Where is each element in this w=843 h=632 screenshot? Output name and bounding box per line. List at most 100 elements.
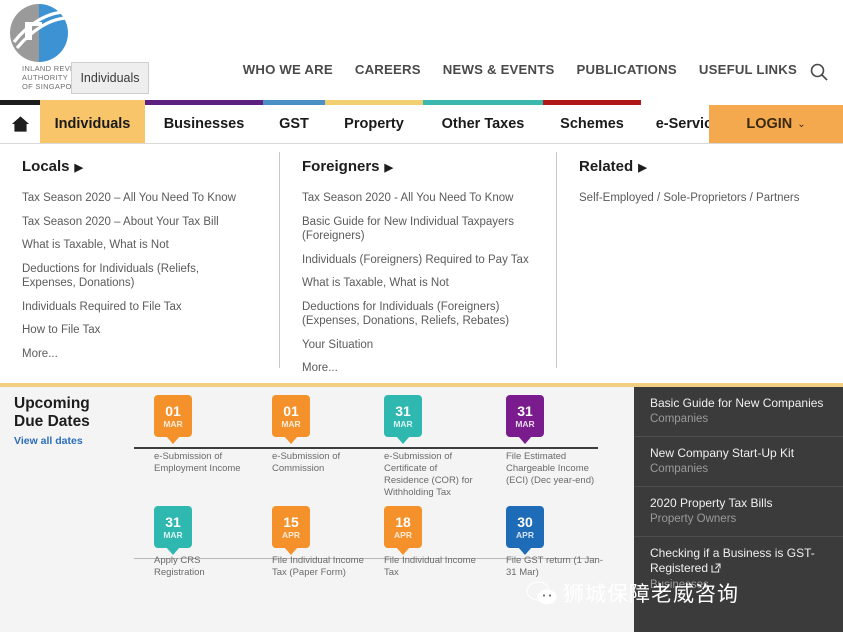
due-date-month: APR: [394, 529, 412, 540]
mega-column-related: Related ▶ Self-Employed / Sole-Proprietors…: [557, 144, 843, 383]
nav-item-schemes[interactable]: Schemes: [543, 105, 641, 143]
mega-link[interactable]: Tax Season 2020 – All You Need To Know: [22, 191, 247, 206]
highlight-item[interactable]: New Company Start-Up Kit Companies: [634, 437, 843, 487]
due-date-item[interactable]: 18 APR File Individual Income Tax: [384, 506, 476, 578]
due-date-label[interactable]: e-Submission of Employment Income: [154, 451, 252, 475]
due-date-item[interactable]: 15 APR File Individual Income Tax (Paper F…: [272, 506, 364, 578]
mega-link[interactable]: What is Taxable, What is Not: [302, 276, 538, 291]
mega-link[interactable]: Basic Guide for New Individual Taxpayers…: [302, 215, 538, 244]
external-link-icon: [711, 562, 721, 577]
nav-item-label: GST: [279, 116, 309, 132]
highlight-title: Basic Guide for New Companies: [650, 396, 824, 410]
mega-link[interactable]: What is Taxable, What is Not: [22, 238, 247, 253]
timeline-row: 31 MAR Apply CRS Registration 15 APR File Ind…: [132, 505, 632, 623]
due-date-label[interactable]: File Individual Income Tax: [384, 555, 482, 579]
mega-link[interactable]: Individuals (Foreigners) Required to Pay…: [302, 253, 538, 268]
highlight-subtitle: Property Owners: [650, 513, 737, 525]
due-date-badge: 31 MAR: [384, 395, 422, 437]
due-title-line-2: Due Dates: [14, 413, 90, 430]
due-date-label[interactable]: Apply CRS Registration: [154, 555, 252, 579]
due-date-item[interactable]: 31 MAR File Estimated Chargeable Income (E…: [506, 395, 594, 486]
due-date-day: 18: [395, 513, 411, 530]
view-all-dates-link[interactable]: View all dates: [14, 435, 83, 447]
due-date-item[interactable]: 30 APR File GST return (1 Jan-31 Mar): [506, 506, 603, 578]
due-date-item[interactable]: 31 MAR Apply CRS Registration: [154, 506, 205, 578]
mega-link[interactable]: How to File Tax: [22, 323, 247, 338]
mega-link[interactable]: Tax Season 2020 – About Your Tax Bill: [22, 215, 247, 230]
nav-item-property[interactable]: Property: [325, 105, 423, 143]
utility-link-useful-links[interactable]: USEFUL LINKS: [699, 62, 797, 77]
highlight-subtitle: Companies: [650, 463, 709, 475]
due-date-day: 31: [165, 513, 181, 530]
due-date-label[interactable]: File Individual Income Tax (Paper Form): [272, 555, 370, 579]
due-dates-heading: Upcoming Due Dates View all dates: [14, 395, 134, 449]
due-date-item[interactable]: 31 MAR e-Submission of Certificate of Resi…: [384, 395, 473, 498]
site-header: INLAND REVENUE AUTHORITY OF SINGAPORE In…: [0, 0, 843, 100]
highlight-title: New Company Start-Up Kit: [650, 446, 795, 460]
mega-link[interactable]: Individuals Required to File Tax: [22, 300, 247, 315]
nav-item-other-taxes[interactable]: Other Taxes: [423, 105, 543, 143]
due-date-month: MAR: [393, 418, 413, 429]
mega-link[interactable]: Tax Season 2020 - All You Need To Know: [302, 191, 538, 206]
page-root: INLAND REVENUE AUTHORITY OF SINGAPORE In…: [0, 0, 843, 632]
due-date-day: 30: [517, 513, 533, 530]
highlight-item[interactable]: Basic Guide for New Companies Companies: [634, 387, 843, 437]
nav-item-businesses[interactable]: Businesses: [145, 105, 263, 143]
login-label: LOGIN: [746, 116, 793, 132]
utility-link-news-events[interactable]: NEWS & EVENTS: [443, 62, 555, 77]
nav-item-label: Property: [344, 116, 404, 132]
due-date-month: MAR: [163, 418, 183, 429]
highlight-item[interactable]: Checking if a Business is GST-Registered…: [634, 537, 843, 602]
main-nav: Individuals Businesses GST Property Other Ta…: [0, 105, 843, 143]
due-date-badge: 30 APR: [506, 506, 544, 548]
due-date-item[interactable]: 01 MAR e-Submission of Commission: [272, 395, 340, 474]
mega-column-locals: Locals ▶ Tax Season 2020 – All You Need To…: [0, 144, 280, 383]
due-date-item[interactable]: 01 MAR e-Submission of Employment Income: [154, 395, 241, 474]
nav-item-individuals[interactable]: Individuals: [40, 105, 145, 143]
mega-column-title-label: Related: [579, 158, 634, 175]
highlight-title: Checking if a Business is GST-Registered: [650, 546, 815, 575]
due-date-day: 31: [395, 402, 411, 419]
mega-link[interactable]: More...: [22, 347, 247, 362]
utility-link-publications[interactable]: PUBLICATIONS: [577, 62, 677, 77]
highlights-panel: Basic Guide for New Companies Companies Ne…: [634, 387, 843, 632]
highlight-subtitle: Businesses: [650, 579, 709, 591]
nav-item-label: Individuals: [54, 116, 131, 132]
mega-column-title[interactable]: Locals ▶: [22, 158, 262, 175]
timeline-row: 01 MAR e-Submission of Employment Income 01…: [132, 387, 632, 505]
search-icon[interactable]: [807, 60, 831, 84]
nav-item-gst[interactable]: GST: [263, 105, 325, 143]
due-date-day: 31: [517, 402, 533, 419]
highlight-item[interactable]: 2020 Property Tax Bills Property Owners: [634, 487, 843, 537]
nav-item-label: Businesses: [163, 116, 245, 132]
mega-link[interactable]: Deductions for Individuals (Reliefs, Exp…: [22, 262, 247, 291]
mega-link[interactable]: Your Situation: [302, 338, 538, 353]
mega-link[interactable]: Self-Employed / Sole-Proprietors / Partn…: [579, 191, 804, 206]
due-date-month: MAR: [163, 529, 183, 540]
due-date-label[interactable]: File Estimated Chargeable Income (ECI) (…: [506, 451, 604, 487]
utility-link-careers[interactable]: CAREERS: [355, 62, 421, 77]
due-date-label[interactable]: e-Submission of Certificate of Residence…: [384, 451, 482, 499]
due-date-badge: 31 MAR: [506, 395, 544, 437]
due-date-month: APR: [516, 529, 534, 540]
home-icon[interactable]: [0, 105, 40, 143]
brand-section-tab[interactable]: Individuals: [71, 62, 149, 94]
due-date-month: APR: [282, 529, 300, 540]
mega-link[interactable]: Deductions for Individuals (Foreigners) …: [302, 300, 538, 329]
nav-item-label: Other Taxes: [441, 116, 525, 132]
due-date-label[interactable]: e-Submission of Commission: [272, 451, 370, 475]
due-title-line-1: Upcoming: [14, 395, 90, 412]
mega-column-title-label: Foreigners: [302, 158, 380, 175]
chevron-down-icon: ⌄: [797, 118, 806, 130]
due-date-badge: 18 APR: [384, 506, 422, 548]
mega-column-title[interactable]: Foreigners ▶: [302, 158, 539, 175]
due-date-label[interactable]: File GST return (1 Jan-31 Mar): [506, 555, 604, 579]
utility-link-who-we-are[interactable]: WHO WE ARE: [243, 62, 333, 77]
mega-column-title-label: Locals: [22, 158, 70, 175]
brand-section-tab-label: Individuals: [80, 71, 140, 85]
mega-column-title[interactable]: Related ▶: [579, 158, 825, 175]
login-button[interactable]: LOGIN ⌄: [709, 105, 843, 143]
iras-logo-icon: [8, 2, 70, 64]
due-date-day: 01: [283, 402, 299, 419]
mega-link[interactable]: More...: [302, 361, 538, 376]
